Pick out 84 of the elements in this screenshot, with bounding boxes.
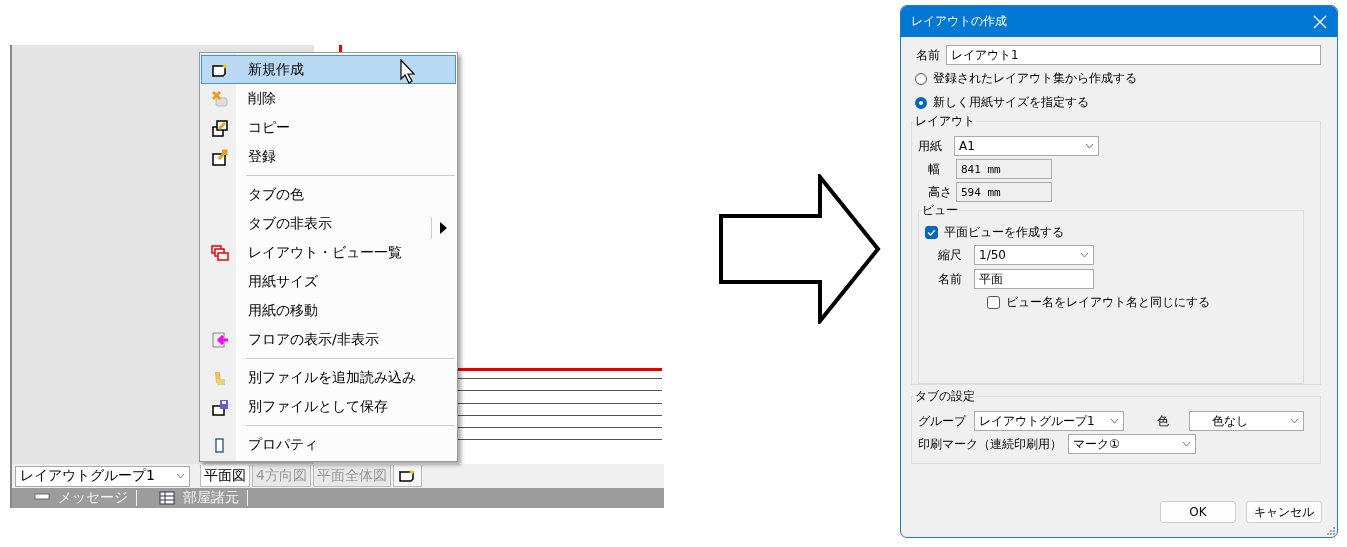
menu-item[interactable]: 登録 [201, 142, 456, 171]
save-icon [211, 397, 229, 416]
menu-item-label: レイアウト・ビュー一覧 [248, 243, 402, 262]
menu-item[interactable]: 削除 [201, 84, 456, 113]
menu-item-label: タブの色 [248, 185, 304, 204]
menu-item-label: 削除 [248, 89, 276, 108]
group-dropdown[interactable]: レイアウトグループ1 [974, 411, 1124, 431]
page-icon [398, 468, 417, 483]
caret-icon [1085, 143, 1094, 149]
print-mark-dropdown[interactable]: マーク① [1068, 434, 1196, 454]
field-label: 幅 [928, 160, 941, 178]
field-label: 名前 [938, 270, 963, 288]
checkbox[interactable] [925, 226, 938, 239]
menu-item[interactable]: フロアの表示/非表示 [201, 325, 456, 354]
option-label: 登録されたレイアウト集から作成する [933, 70, 1137, 87]
caret-icon [1182, 441, 1191, 447]
menu-item[interactable]: コピー [201, 113, 456, 142]
field-label: 用紙 [918, 137, 942, 155]
windows-icon [211, 243, 229, 262]
menu-item-label: 別ファイルを追加読み込み [248, 368, 416, 387]
delete-icon [211, 89, 229, 108]
field-label: 印刷マーク（連続印刷用） [918, 435, 1062, 453]
window-title: レイアウトの作成 [911, 13, 1007, 30]
menu-item[interactable]: 別ファイルとして保存 [201, 392, 456, 421]
view-name-field[interactable]: 平面 [974, 269, 1094, 289]
field-label: 高さ [928, 183, 950, 201]
status-text: 部屋諸元 [183, 489, 239, 507]
option-label: 平面ビューを作成する [944, 224, 1064, 241]
cursor-icon [399, 59, 417, 85]
layout-group-dropdown[interactable]: レイアウトグループ1 [15, 465, 190, 487]
caret-icon [1290, 418, 1299, 424]
check-icon [927, 229, 936, 236]
caret-icon [1080, 252, 1089, 258]
copy-icon [211, 118, 229, 137]
right-arrow-icon [718, 174, 882, 324]
checkbox[interactable] [987, 296, 1000, 309]
menu-item-label: タブの非表示 [248, 214, 332, 233]
resize-grip-icon[interactable] [1327, 527, 1335, 535]
radio-button[interactable] [915, 96, 927, 109]
menu-item[interactable]: プロパティ [201, 430, 456, 459]
height-field: 594 mm [956, 182, 1052, 202]
option-label: 新しく用紙サイズを指定する [933, 94, 1089, 111]
menu-item[interactable]: 別ファイルを追加読み込み [201, 363, 456, 392]
dialog-button[interactable]: キャンセル [1246, 501, 1322, 523]
menu-item[interactable]: タブの色 [201, 180, 456, 209]
menu-item[interactable]: タブの非表示 [201, 209, 456, 238]
dialog-button[interactable]: OK [1160, 501, 1236, 523]
menu-item-label: コピー [248, 118, 290, 137]
menu-item[interactable]: 用紙サイズ [201, 267, 456, 296]
name-field[interactable]: レイアウト1 [946, 45, 1321, 65]
group-title: タブの設定 [914, 388, 976, 405]
menu-item-label: 別ファイルとして保存 [248, 397, 388, 416]
field-label: 名前 [916, 46, 940, 64]
width-field: 841 mm [956, 159, 1052, 179]
field-label: 色 [1157, 412, 1170, 430]
field-label: グループ [918, 412, 968, 430]
menu-item-label: 登録 [248, 147, 276, 166]
caret-icon [176, 473, 185, 479]
view-tab[interactable]: 平面図 [200, 465, 250, 487]
menu-item-label: 新規作成 [248, 60, 304, 79]
scale-dropdown[interactable]: 1/50 [974, 245, 1094, 265]
color-dropdown[interactable]: 色なし [1189, 411, 1304, 431]
submenu-arrow-icon [440, 222, 447, 234]
group-title: ビュー [921, 202, 959, 219]
status-text: メッセージ [58, 489, 128, 507]
page-arrow-icon [211, 330, 229, 349]
menu-item[interactable]: レイアウト・ビュー一覧 [201, 238, 456, 267]
plan-mark [339, 45, 342, 52]
option-label: ビュー名をレイアウト名と同じにする [1006, 294, 1210, 311]
menu-item[interactable]: 用紙の移動 [201, 296, 456, 325]
caret-icon [1110, 418, 1119, 424]
menu-item-label: 用紙の移動 [248, 301, 318, 320]
group-title: レイアウト [914, 113, 976, 130]
table-icon [159, 491, 175, 505]
radio-button[interactable] [915, 72, 927, 85]
field-label: 縮尺 [938, 246, 963, 264]
menu-item-label: フロアの表示/非表示 [248, 330, 379, 349]
menu-item-label: プロパティ [248, 435, 318, 454]
new-tab-button[interactable] [392, 465, 422, 487]
close-icon[interactable] [1313, 14, 1327, 29]
menu-item[interactable]: 新規作成 [201, 55, 456, 84]
page-arrow-icon [211, 147, 229, 166]
paper-dropdown[interactable]: A1 [954, 136, 1099, 156]
menu-item-label: 用紙サイズ [248, 272, 318, 291]
